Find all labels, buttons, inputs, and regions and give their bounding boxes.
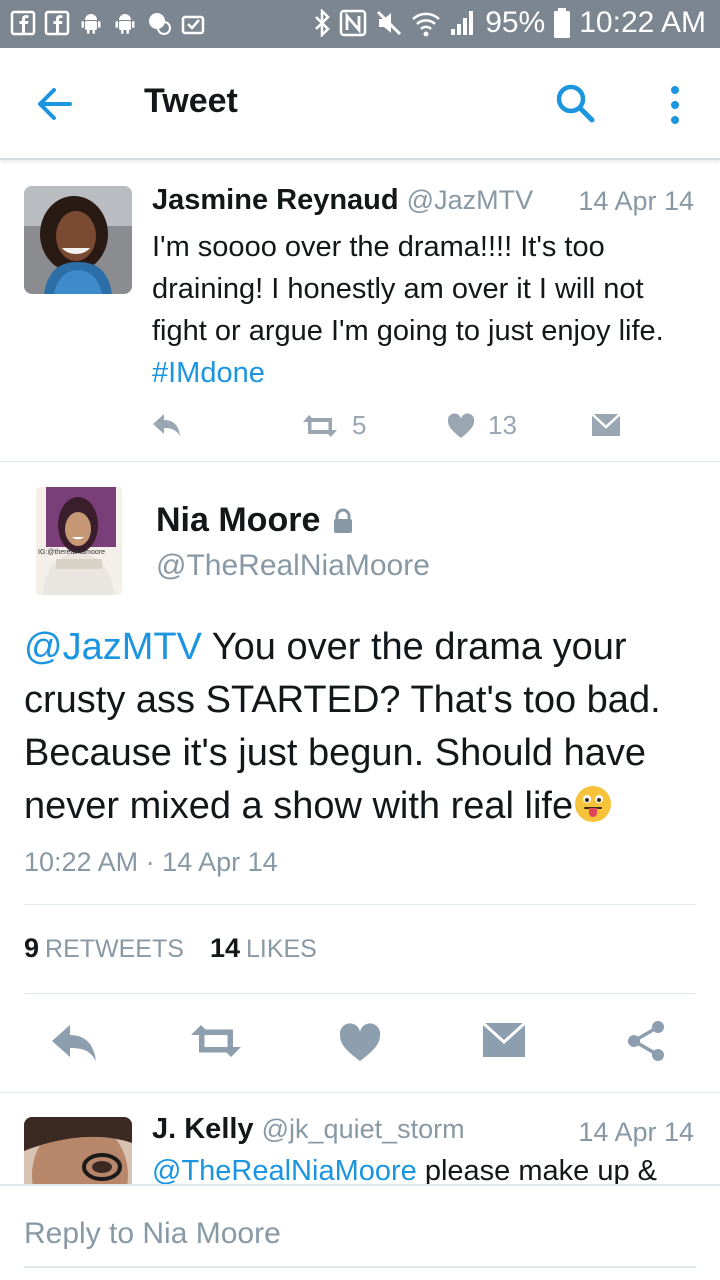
tweet-timestamp: 10:22 AM · 14 Apr 14 bbox=[24, 847, 278, 877]
retweets-stat-count: 9 bbox=[24, 933, 40, 963]
author-handle[interactable]: @jk_quiet_storm bbox=[262, 1114, 465, 1144]
search-icon[interactable] bbox=[550, 78, 600, 128]
author-handle[interactable]: @TheRealNiaMoore bbox=[156, 549, 430, 583]
notification-icons bbox=[10, 10, 206, 36]
facebook-icon bbox=[10, 10, 36, 36]
heart-icon[interactable] bbox=[332, 1019, 388, 1063]
retweets-stat[interactable]: 9 RETWEETS bbox=[24, 933, 184, 964]
reply-button[interactable] bbox=[150, 410, 184, 440]
hashtag-link[interactable]: #IMdone bbox=[152, 357, 265, 389]
tweet-card[interactable]: Jasmine Reynaud @JazMTV 14 Apr 14 I'm so… bbox=[0, 162, 720, 462]
battery-percent: 95% bbox=[485, 6, 546, 39]
avatar[interactable]: IG:@thereainiamoore bbox=[36, 487, 122, 595]
tweet-header: J. Kelly @jk_quiet_storm bbox=[152, 1113, 465, 1146]
back-arrow-icon[interactable] bbox=[28, 80, 84, 128]
avatar[interactable] bbox=[24, 1117, 132, 1184]
reply-icon bbox=[153, 414, 180, 436]
page-title: Tweet bbox=[144, 82, 238, 120]
author-handle[interactable]: @JazMTV bbox=[407, 185, 533, 215]
envelope-icon[interactable] bbox=[476, 1019, 532, 1063]
tweet-text: I'm soooo over the drama!!!! It's too dr… bbox=[152, 226, 700, 394]
reply-tweet-card[interactable]: J. Kelly @jk_quiet_storm 14 Apr 14 @TheR… bbox=[0, 1092, 720, 1184]
tweet-body: I'm soooo over the drama!!!! It's too dr… bbox=[152, 231, 664, 347]
nfc-icon bbox=[339, 9, 367, 37]
main-tweet: IG:@thereainiamoore Nia Moore @TheRealNi… bbox=[0, 463, 720, 1091]
tweet-body: please make up & bbox=[416, 1155, 657, 1184]
status-bar: 95% 10:22 AM bbox=[0, 0, 720, 48]
signal-icon bbox=[451, 11, 474, 35]
wifi-icon bbox=[412, 12, 441, 37]
main-tweet-actions bbox=[0, 1019, 720, 1063]
tongue-out-emoji-icon bbox=[575, 786, 612, 822]
envelope-icon bbox=[591, 413, 621, 436]
author-name[interactable]: J. Kelly bbox=[152, 1113, 254, 1145]
app-toolbar: Tweet bbox=[0, 48, 720, 160]
retweets-stat-label: RETWEETS bbox=[45, 935, 184, 963]
lock-icon bbox=[334, 508, 353, 533]
author-name[interactable]: Jasmine Reynaud bbox=[152, 184, 399, 216]
likes-stat-count: 14 bbox=[209, 933, 240, 963]
facebook-icon bbox=[44, 10, 70, 36]
system-status: 95% 10:22 AM bbox=[313, 6, 706, 40]
tweet-text: @JazMTV You over the drama your crusty a… bbox=[24, 621, 700, 833]
retweet-count: 5 bbox=[352, 410, 367, 440]
tweet-text: @TheRealNiaMoore please make up & bbox=[152, 1155, 657, 1184]
avatar-caption: IG:@thereainiamoore bbox=[38, 549, 106, 556]
avatar[interactable] bbox=[24, 186, 132, 294]
share-icon[interactable] bbox=[620, 1019, 676, 1063]
retweet-icon[interactable] bbox=[188, 1019, 244, 1063]
reply-input[interactable] bbox=[24, 1202, 696, 1268]
bluetooth-icon bbox=[315, 9, 330, 37]
chat-icon bbox=[149, 13, 171, 35]
likes-stat[interactable]: 14 LIKES bbox=[210, 933, 317, 964]
engagement-stats: 9 RETWEETS 14 LIKES bbox=[24, 933, 317, 964]
tweet-header: Jasmine Reynaud @JazMTV bbox=[152, 184, 533, 217]
author-name-row: Nia Moore bbox=[156, 501, 354, 540]
tweet-date: 14 Apr 14 bbox=[578, 1117, 694, 1147]
mention-link[interactable]: @TheRealNiaMoore bbox=[152, 1155, 417, 1184]
heart-icon bbox=[447, 412, 475, 438]
battery-icon bbox=[554, 8, 571, 38]
tweet-actions: 5 13 bbox=[150, 410, 630, 446]
like-button[interactable]: 13 bbox=[446, 410, 517, 441]
author-name[interactable]: Nia Moore bbox=[156, 501, 320, 540]
retweet-icon bbox=[303, 414, 337, 437]
retweet-button[interactable]: 5 bbox=[300, 410, 366, 441]
mention-link[interactable]: @JazMTV bbox=[24, 626, 202, 668]
overflow-menu-icon[interactable] bbox=[660, 80, 690, 130]
likes-stat-label: LIKES bbox=[245, 935, 317, 963]
direct-message-button[interactable] bbox=[590, 410, 622, 440]
clipboard-check-icon bbox=[181, 15, 205, 35]
clock: 10:22 AM bbox=[579, 6, 706, 39]
android-icon bbox=[115, 14, 135, 34]
reply-icon[interactable] bbox=[46, 1019, 102, 1063]
tweet-date: 14 Apr 14 bbox=[578, 186, 694, 216]
divider bbox=[24, 993, 696, 994]
mute-icon bbox=[377, 10, 402, 36]
divider bbox=[24, 904, 696, 905]
android-icon bbox=[81, 14, 101, 34]
like-count: 13 bbox=[488, 410, 517, 440]
reply-bar bbox=[0, 1184, 720, 1280]
